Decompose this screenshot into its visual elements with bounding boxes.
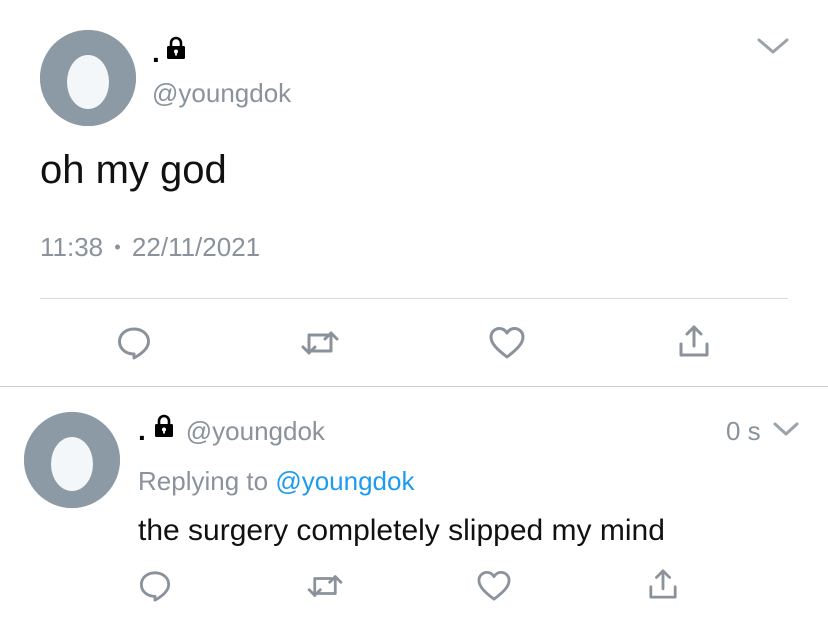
replying-to-line: Replying to @youngdok [138, 466, 414, 497]
default-egg-avatar-icon [40, 30, 136, 126]
share-icon[interactable] [648, 568, 678, 600]
share-icon[interactable] [678, 324, 710, 358]
separator-dot: • [114, 237, 121, 257]
default-egg-avatar-icon [24, 412, 120, 508]
reply-icon[interactable] [138, 570, 172, 602]
tweet-date: 22/11/2021 [131, 232, 261, 262]
tweet-timestamp[interactable]: 11:38 • 22/11/2021 [40, 232, 260, 263]
reply-icon[interactable] [116, 326, 152, 360]
reply-avatar[interactable] [24, 412, 120, 508]
reply-author-handle[interactable]: @youngdok [186, 417, 325, 445]
divider [40, 298, 788, 299]
like-icon[interactable] [488, 326, 526, 360]
avatar[interactable] [40, 30, 136, 126]
chevron-down-icon[interactable] [772, 420, 800, 438]
replying-to-handle-link[interactable]: @youngdok [275, 466, 414, 496]
lock-icon [166, 36, 186, 65]
chevron-down-icon[interactable] [756, 36, 790, 56]
reply-display-name[interactable]: . [138, 417, 146, 445]
display-name[interactable]: . [152, 39, 160, 67]
replying-to-prefix: Replying to [138, 466, 269, 496]
tweet-text: oh my god [40, 148, 227, 192]
author-name-row[interactable]: . [152, 36, 186, 67]
lock-icon [154, 414, 174, 443]
reply-text: the surgery completely slipped my mind [138, 514, 665, 547]
tweet-time: 11:38 [40, 232, 104, 262]
retweet-icon[interactable] [300, 328, 340, 358]
tweet-separator [0, 386, 828, 387]
like-icon[interactable] [476, 570, 512, 602]
author-handle[interactable]: @youngdok [152, 78, 291, 109]
reply-author-row[interactable]: . @youngdok [138, 414, 325, 445]
retweet-icon[interactable] [306, 572, 344, 600]
reply-age: 0 s [726, 416, 761, 446]
